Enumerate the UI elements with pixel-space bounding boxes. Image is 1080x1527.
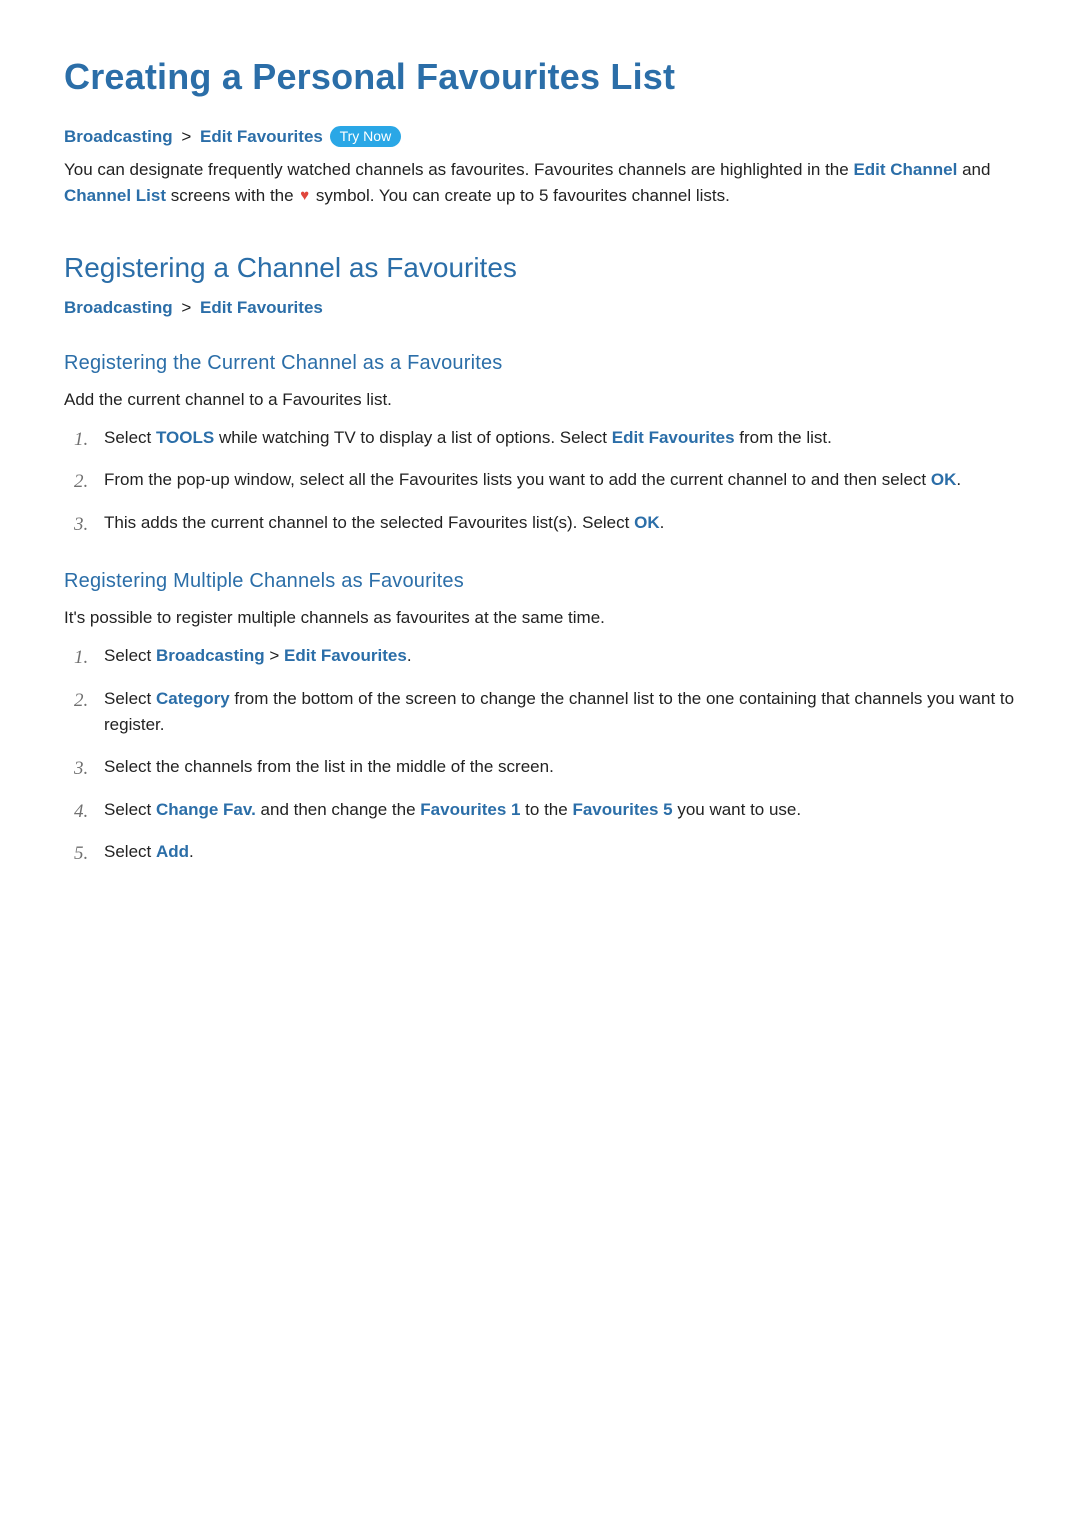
step-item: Select Broadcasting > Edit Favourites. bbox=[64, 643, 1016, 669]
step-text: . bbox=[189, 842, 194, 861]
breadcrumb-section: Broadcasting > Edit Favourites bbox=[64, 298, 1016, 318]
step-item: Select Add. bbox=[64, 839, 1016, 865]
step-text: from the bottom of the screen to change … bbox=[104, 689, 1014, 734]
intro-text-3: screens with the bbox=[166, 186, 298, 205]
subsection-heading-current-channel: Registering the Current Channel as a Fav… bbox=[64, 352, 1016, 375]
breadcrumb2-separator: > bbox=[181, 298, 191, 317]
step-item: Select Change Fav. and then change the F… bbox=[64, 797, 1016, 823]
step-text: Select bbox=[104, 646, 156, 665]
step-text: Select bbox=[104, 842, 156, 861]
steps-current-channel: Select TOOLS while watching TV to displa… bbox=[64, 425, 1016, 536]
step-text: Select the channels from the list in the… bbox=[104, 757, 554, 776]
heart-icon: ♥ bbox=[300, 184, 309, 207]
step-text: Select bbox=[104, 800, 156, 819]
intro-text-1: You can designate frequently watched cha… bbox=[64, 160, 853, 179]
page-root: Creating a Personal Favourites List Broa… bbox=[0, 0, 1080, 945]
breadcrumb-main: Broadcasting > Edit Favourites Try Now bbox=[64, 126, 1016, 147]
step-text: and then change the bbox=[256, 800, 420, 819]
breadcrumb-part-edit-favourites: Edit Favourites bbox=[200, 127, 323, 146]
step-text: Select bbox=[104, 428, 156, 447]
term-add: Add bbox=[156, 842, 189, 861]
step-item: This adds the current channel to the sel… bbox=[64, 510, 1016, 536]
step-text: . bbox=[407, 646, 412, 665]
sub2-lead: It's possible to register multiple chann… bbox=[64, 605, 1016, 631]
step-item: Select the channels from the list in the… bbox=[64, 754, 1016, 780]
step-text: Select bbox=[104, 689, 156, 708]
term-favourites-5: Favourites 5 bbox=[572, 800, 672, 819]
step-text: from the list. bbox=[735, 428, 832, 447]
term-favourites-1: Favourites 1 bbox=[420, 800, 520, 819]
step-text: . bbox=[660, 513, 665, 532]
term-change-fav: Change Fav. bbox=[156, 800, 256, 819]
sub1-lead: Add the current channel to a Favourites … bbox=[64, 387, 1016, 413]
intro-text-2: and bbox=[957, 160, 990, 179]
step-text: From the pop-up window, select all the F… bbox=[104, 470, 931, 489]
term-broadcasting: Broadcasting bbox=[156, 646, 265, 665]
breadcrumb2-part-broadcasting: Broadcasting bbox=[64, 298, 173, 317]
step-text: This adds the current channel to the sel… bbox=[104, 513, 634, 532]
term-category: Category bbox=[156, 689, 230, 708]
step-item: From the pop-up window, select all the F… bbox=[64, 467, 1016, 493]
breadcrumb-part-broadcasting: Broadcasting bbox=[64, 127, 173, 146]
page-title: Creating a Personal Favourites List bbox=[64, 56, 1016, 98]
term-edit-favourites: Edit Favourites bbox=[284, 646, 407, 665]
step-item: Select TOOLS while watching TV to displa… bbox=[64, 425, 1016, 451]
steps-multi-channel: Select Broadcasting > Edit Favourites. S… bbox=[64, 643, 1016, 865]
breadcrumb2-part-edit-favourites: Edit Favourites bbox=[200, 298, 323, 317]
step-text: you want to use. bbox=[673, 800, 802, 819]
term-channel-list: Channel List bbox=[64, 186, 166, 205]
section-heading-registering-channel: Registering a Channel as Favourites bbox=[64, 252, 1016, 284]
breadcrumb-separator: > bbox=[181, 127, 191, 146]
step-item: Select Category from the bottom of the s… bbox=[64, 686, 1016, 739]
step-text: to the bbox=[520, 800, 572, 819]
term-tools: TOOLS bbox=[156, 428, 214, 447]
term-ok: OK bbox=[931, 470, 957, 489]
term-edit-favourites: Edit Favourites bbox=[612, 428, 735, 447]
try-now-badge[interactable]: Try Now bbox=[330, 126, 402, 147]
intro-paragraph: You can designate frequently watched cha… bbox=[64, 157, 1016, 210]
term-edit-channel: Edit Channel bbox=[853, 160, 957, 179]
term-ok: OK bbox=[634, 513, 660, 532]
step-text: . bbox=[956, 470, 961, 489]
step-text: while watching TV to display a list of o… bbox=[214, 428, 612, 447]
step-sep: > bbox=[265, 646, 284, 665]
subsection-heading-multi-channel: Registering Multiple Channels as Favouri… bbox=[64, 570, 1016, 593]
intro-text-4: symbol. You can create up to 5 favourite… bbox=[311, 186, 730, 205]
